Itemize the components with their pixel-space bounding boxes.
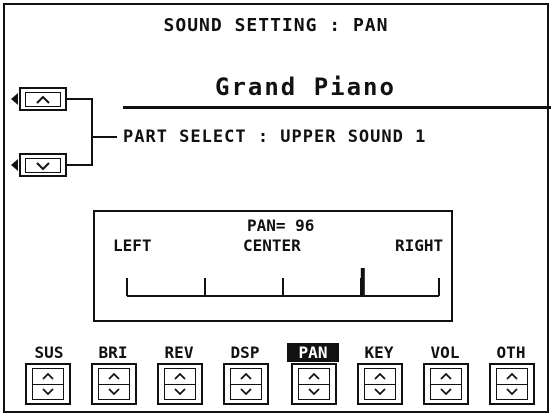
tab-oth[interactable]: OTH: [485, 343, 537, 362]
bracket-line-top: [67, 98, 93, 100]
pan-value: PAN= 96: [247, 216, 315, 235]
vol-stepper[interactable]: [423, 363, 469, 405]
chevron-down-icon: [108, 388, 120, 396]
tab-bri[interactable]: BRI: [87, 343, 139, 362]
chevron-down-icon: [440, 388, 452, 396]
sound-name-underline: [123, 106, 551, 109]
tab-dsp[interactable]: DSP: [219, 343, 271, 362]
bracket-line-bottom: [67, 164, 93, 166]
page-title: SOUND SETTING : PAN: [163, 15, 389, 36]
chevron-down-icon: [506, 388, 518, 396]
chevron-down-icon: [374, 388, 386, 396]
key-stepper[interactable]: [357, 363, 403, 405]
chevron-down-icon: [308, 388, 320, 396]
pan-right-label: RIGHT: [395, 236, 444, 255]
sound-name: Grand Piano: [215, 73, 396, 101]
chevron-up-icon: [42, 372, 54, 380]
part-up-button[interactable]: [19, 87, 67, 111]
chevron-down-icon: [42, 388, 54, 396]
down-pointer-icon: [11, 159, 18, 171]
pan-stepper[interactable]: [291, 363, 337, 405]
chevron-down-icon: [174, 388, 186, 396]
part-select-label: PART SELECT : UPPER SOUND 1: [123, 127, 427, 147]
tab-vol[interactable]: VOL: [419, 343, 471, 362]
tab-rev[interactable]: REV: [153, 343, 205, 362]
bri-stepper[interactable]: [91, 363, 137, 405]
tab-key[interactable]: KEY: [353, 343, 405, 362]
chevron-up-icon: [25, 92, 61, 107]
chevron-up-icon: [174, 372, 186, 380]
chevron-up-icon: [506, 372, 518, 380]
chevron-up-icon: [308, 372, 320, 380]
sus-stepper[interactable]: [25, 363, 71, 405]
chevron-down-icon: [240, 388, 252, 396]
pan-panel: PAN= 96 LEFT CENTER RIGHT: [93, 210, 453, 322]
pan-position-marker: [360, 268, 365, 296]
bracket-line-mid: [91, 136, 117, 138]
part-down-button[interactable]: [19, 153, 67, 177]
chevron-up-icon: [108, 372, 120, 380]
tab-sus[interactable]: SUS: [23, 343, 75, 362]
bracket-line-vertical: [91, 98, 93, 166]
dsp-stepper[interactable]: [223, 363, 269, 405]
lcd-screen: SOUND SETTING : PAN Grand Piano PART SEL…: [3, 3, 551, 413]
pan-center-label: CENTER: [243, 236, 301, 255]
chevron-up-icon: [440, 372, 452, 380]
chevron-up-icon: [374, 372, 386, 380]
rev-stepper[interactable]: [157, 363, 203, 405]
tab-pan[interactable]: PAN: [287, 343, 339, 362]
chevron-down-icon: [25, 158, 61, 173]
pan-scale[interactable]: [95, 262, 451, 312]
up-pointer-icon: [11, 93, 18, 105]
pan-left-label: LEFT: [113, 236, 152, 255]
oth-stepper[interactable]: [489, 363, 535, 405]
chevron-up-icon: [240, 372, 252, 380]
